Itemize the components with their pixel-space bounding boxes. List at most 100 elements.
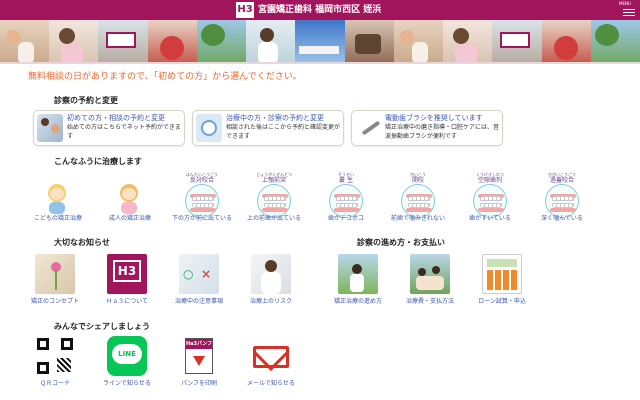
- treatment-caption: 上の前歯が出ている: [246, 215, 301, 222]
- treatment-caption: 深く噛んでいる: [541, 215, 583, 222]
- site-title[interactable]: 宮園矯正歯科 福岡市西区 姪浜: [258, 3, 381, 17]
- treatment-overjet[interactable]: じょうがくぜんとつ 上顎前突 上の前歯が出ている: [244, 172, 304, 224]
- tile-caption: Ｈａ３について: [106, 298, 148, 305]
- line-icon: LINE: [107, 336, 147, 376]
- pamphlet-download-icon: Ha3パンフ: [179, 336, 219, 376]
- tile-caption: メールで知らせる: [247, 380, 295, 387]
- toothbrush-icon: [355, 114, 381, 142]
- qr-code-link[interactable]: ＱＲコード: [20, 336, 90, 390]
- treatment-name: 上顎前突: [261, 177, 286, 184]
- risks-link[interactable]: 治療上のリスク: [236, 254, 306, 308]
- treatment-caption: 成人の矯正治療: [108, 215, 151, 222]
- treatments-heading: こんなふうに治療します: [54, 157, 142, 166]
- download-arrow-icon: [193, 356, 205, 366]
- banner-photo: [590, 20, 640, 62]
- menu-icon-bar: [623, 15, 635, 16]
- precautions-link[interactable]: ○ × 治療中の注意事項: [164, 254, 234, 308]
- treatment-name: 空隙歯列: [477, 177, 502, 184]
- adult-illustration: [110, 184, 150, 214]
- treatment-name: [28, 177, 88, 184]
- family-photo: [410, 254, 450, 294]
- calendar-clock-icon: [196, 114, 222, 142]
- free-consultation-notice: 無料相談の日がありますので、「初めての方」から選んでください。: [28, 72, 302, 82]
- banner-photo: [147, 20, 197, 62]
- line-label: LINE: [112, 344, 142, 364]
- electric-toothbrush-card[interactable]: 電動歯ブラシを推奨しています 矯正治療中の磨き指導・口腔ケアには、音波振動歯ブラ…: [351, 110, 503, 146]
- banner-photo: [246, 20, 296, 62]
- teeth-illustration: [545, 184, 579, 218]
- banner-photo: [443, 20, 493, 62]
- print-pamphlet-link[interactable]: Ha3パンフ パンフを印刷: [164, 336, 234, 390]
- banner-photo: [344, 20, 394, 62]
- treatment-name: 叢 生: [339, 177, 353, 184]
- treatment-flow-link[interactable]: 矯正治療の進め方: [323, 254, 393, 308]
- treatment-crossbite[interactable]: はんたいこうごう 反対咬合 下の方が前に出ている: [172, 172, 232, 224]
- header-bar: H3 宮園矯正歯科 福岡市西区 姪浜 MENU: [0, 0, 640, 20]
- tile-caption: ラインで知らせる: [103, 380, 151, 387]
- card-description: 始めての方はこちらでネット予約ができます: [67, 124, 181, 140]
- loan-simulation-link[interactable]: ローン試算・申込: [467, 254, 537, 308]
- about-ha3-link[interactable]: H3 Ｈａ３について: [92, 254, 162, 308]
- flower-photo: [35, 254, 75, 294]
- share-heading: みんなでシェアしましょう: [54, 322, 150, 331]
- first-visit-reservation-card[interactable]: 初めての方・相談の予約と変更 始めての方はこちらでネット予約ができます: [33, 110, 185, 146]
- concept-link[interactable]: 矯正のコンセプト: [20, 254, 90, 308]
- tile-caption: パンフを印刷: [180, 380, 218, 387]
- teeth-illustration: [401, 184, 435, 218]
- treatment-spacing[interactable]: くうげきしれつ 空隙歯列 歯がすいている: [460, 172, 520, 224]
- tile-caption: 矯正治療の進め方: [333, 298, 382, 305]
- outdoor-photo: [338, 254, 378, 294]
- treatment-child[interactable]: こどもの矯正治療: [28, 172, 88, 224]
- tile-caption: ＱＲコード: [39, 380, 70, 387]
- treatment-caption: 歯がデコボコ: [327, 215, 364, 222]
- important-notices-heading: 大切なお知らせ: [54, 238, 110, 247]
- treatment-caption: 下の方が前に出ている: [171, 215, 232, 222]
- banner-photo: [0, 20, 50, 62]
- treatment-name: 反対咬合: [189, 177, 214, 184]
- treatment-crowding[interactable]: そうせい 叢 生 歯がデコボコ: [316, 172, 376, 224]
- banner-photo: [295, 20, 345, 62]
- card-description: 相談された後はここから予約と確認変更ができます: [226, 124, 341, 140]
- treatment-caption: 前歯で噛みきれない: [390, 215, 445, 222]
- check-icon: ○: [183, 267, 194, 281]
- h3-logo[interactable]: H3: [236, 2, 254, 18]
- tile-caption: 治療費・支払方法: [405, 298, 454, 305]
- qr-code-icon: [35, 336, 75, 376]
- process-payment-heading: 診察の進め方・お支払い: [357, 238, 445, 247]
- menu-icon-bar: [623, 12, 635, 13]
- banner-photo: [49, 20, 99, 62]
- share-line-link[interactable]: LINE ラインで知らせる: [92, 336, 162, 390]
- calculator-icon: [482, 254, 522, 294]
- teeth-illustration: [473, 184, 507, 218]
- child-illustration: [38, 184, 78, 214]
- current-patient-reservation-card[interactable]: 治療中の方・診察の予約と変更 相談された後はここから予約と確認変更ができます: [192, 110, 344, 146]
- card-title: 治療中の方・診察の予約と変更: [226, 114, 324, 122]
- menu-button[interactable]: MENU: [619, 1, 637, 18]
- doctor-photo: [251, 254, 291, 294]
- cross-icon: ×: [201, 267, 212, 281]
- photo-banner: [0, 20, 640, 64]
- treatment-openbite[interactable]: かいこう 開咬 前歯で噛みきれない: [388, 172, 448, 224]
- teeth-illustration: [329, 184, 363, 218]
- ha3-logo-text: H3: [113, 260, 141, 282]
- banner-photo: [196, 20, 247, 62]
- menu-icon: [623, 9, 635, 10]
- share-mail-link[interactable]: メールで知らせる: [236, 336, 306, 390]
- fees-payment-link[interactable]: 治療費・支払方法: [395, 254, 465, 308]
- banner-photo: [541, 20, 591, 62]
- card-title: 初めての方・相談の予約と変更: [67, 114, 165, 122]
- tile-caption: 治療中の注意事項: [174, 298, 223, 305]
- banner-photo: [393, 20, 444, 62]
- tile-caption: 治療上のリスク: [249, 298, 292, 305]
- banner-photo: [492, 20, 542, 62]
- treatment-adult[interactable]: 成人の矯正治療: [100, 172, 160, 224]
- banner-photo: [98, 20, 148, 62]
- treatment-deepbite[interactable]: かがいこうごう 過蓋咬合 深く噛んでいる: [532, 172, 592, 224]
- card-description: 矯正治療中の磨き指導・口腔ケアには、音波振動歯ブラシが便利です: [385, 124, 500, 140]
- card-title: 電動歯ブラシを推奨しています: [385, 114, 483, 122]
- page: H3 宮園矯正歯科 福岡市西区 姪浜 MENU 無料相談の日がありますので、「初…: [0, 0, 640, 400]
- treatment-name: 過蓋咬合: [549, 177, 574, 184]
- menu-label: MENU: [619, 1, 631, 6]
- ha3-logo-image: H3: [107, 254, 147, 294]
- pamphlet-label: Ha3パンフ: [186, 339, 213, 349]
